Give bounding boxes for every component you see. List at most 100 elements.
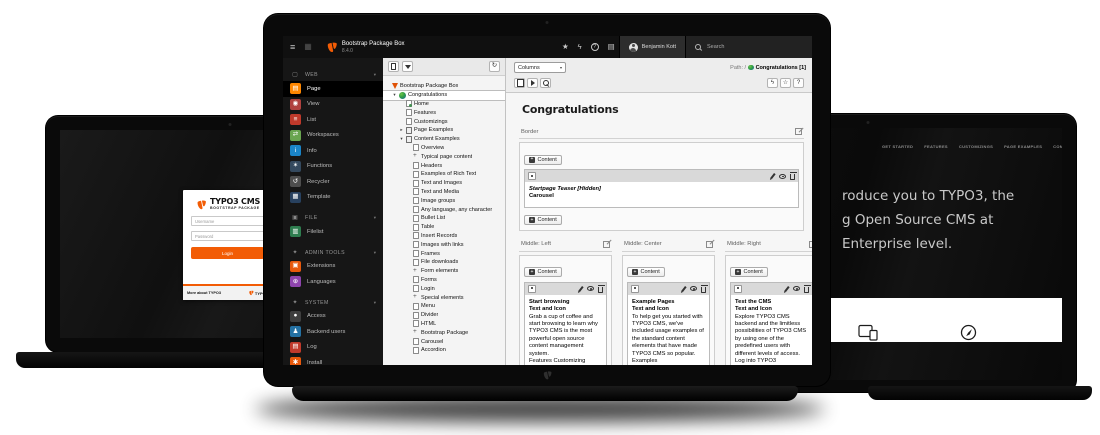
new-content-button[interactable]: Content xyxy=(524,215,562,225)
tree-node[interactable]: Text and Images xyxy=(383,179,505,188)
tree-node[interactable]: Images with links xyxy=(383,240,505,249)
help-button[interactable]: ? xyxy=(793,78,804,88)
search-bar[interactable]: Search xyxy=(686,36,812,58)
tree-expander-icon[interactable] xyxy=(392,93,397,97)
module-menu-row[interactable]: ▤ ▤ Log ▾ xyxy=(283,340,383,356)
new-page-button[interactable] xyxy=(388,61,399,72)
module-menu-row[interactable]: ≡ ≡ List ▾ xyxy=(283,112,383,128)
cache-button[interactable]: ϟ xyxy=(767,78,778,88)
help-icon[interactable]: ? xyxy=(591,43,599,51)
content-element[interactable]: Start browsing Text and Icon Grab a cup … xyxy=(524,282,607,365)
login-button[interactable]: Login xyxy=(191,247,264,259)
module-menu-row[interactable]: ◉ ◉ View ▾ xyxy=(283,97,383,113)
content-element[interactable]: Startpage Teaser [Hidden] Carousel xyxy=(524,169,799,208)
clipboard-button[interactable] xyxy=(514,78,525,88)
module-menu-row[interactable]: ✱ ✱ Install ▾ xyxy=(283,355,383,365)
nav-item[interactable]: CONTENT EXAMPLES xyxy=(1053,144,1062,149)
tree-node[interactable]: HTML xyxy=(383,320,505,329)
module-menu-row[interactable]: ✦ ✦ ADMIN TOOLS ▾ xyxy=(283,247,383,259)
edit-column-icon[interactable] xyxy=(795,128,802,135)
tree-node[interactable]: Congratulations xyxy=(383,91,505,100)
edit-icon[interactable] xyxy=(578,286,583,292)
tree-node[interactable]: Features xyxy=(383,108,505,117)
new-content-button[interactable]: Content xyxy=(627,267,665,277)
tree-node[interactable]: Any language, any character xyxy=(383,205,505,214)
nav-item[interactable]: PAGE EXAMPLES xyxy=(1004,144,1042,149)
module-menu-row[interactable]: ✦ ✦ SYSTEM ▾ xyxy=(283,297,383,309)
tree-node[interactable]: Forms xyxy=(383,276,505,285)
tree-node[interactable]: Home xyxy=(383,100,505,109)
module-menu-row[interactable]: ▢ ▢ WEB ▾ xyxy=(283,69,383,81)
apps-icon[interactable]: ▦ xyxy=(304,43,312,51)
new-content-button[interactable]: Content xyxy=(730,267,768,277)
edit-icon[interactable] xyxy=(681,286,686,292)
tree-node[interactable]: Form elements xyxy=(383,267,505,276)
nav-item[interactable]: CUSTOMIZINGS xyxy=(959,144,993,149)
module-menu-row[interactable]: ▣ ▣ FILE ▾ xyxy=(283,212,383,224)
edit-column-icon[interactable] xyxy=(809,241,812,248)
delete-icon[interactable] xyxy=(804,287,809,293)
opened-docs-icon[interactable]: ▤ xyxy=(608,43,615,51)
view-webpage-button[interactable] xyxy=(527,78,538,88)
nav-item[interactable]: FEATURES xyxy=(924,144,948,149)
module-menu-row[interactable]: ▥ ▥ Filelist ▾ xyxy=(283,224,383,240)
edit-icon[interactable] xyxy=(770,173,775,179)
tree-node[interactable]: Content Examples xyxy=(383,135,505,144)
columns-select[interactable]: Columns ▾ xyxy=(514,62,566,73)
element-links[interactable]: Features Customizing xyxy=(529,358,602,365)
tree-node[interactable]: Accordion xyxy=(383,346,505,355)
filter-button[interactable] xyxy=(402,61,413,72)
tree-node[interactable]: Frames xyxy=(383,249,505,258)
tree-node[interactable]: File downloads xyxy=(383,258,505,267)
tree-node[interactable]: Image groups xyxy=(383,196,505,205)
tree-node[interactable]: Divider xyxy=(383,311,505,320)
tree-node[interactable]: Page Examples xyxy=(383,126,505,135)
content-element[interactable]: Test the CMS Text and Icon Explore TYPO3… xyxy=(730,282,812,365)
tree-node[interactable]: Special elements xyxy=(383,293,505,302)
site-brand[interactable]: Bootstrap Package Box 8.4.0 xyxy=(325,41,405,54)
tree-node[interactable]: Overview xyxy=(383,144,505,153)
module-menu-row[interactable]: ↺ ↺ Recycler ▾ xyxy=(283,174,383,190)
tree-node[interactable]: Text and Media xyxy=(383,188,505,197)
tree-node[interactable]: Login xyxy=(383,284,505,293)
tree-expander-icon[interactable] xyxy=(399,128,404,132)
delete-icon[interactable] xyxy=(790,174,795,180)
username-field[interactable] xyxy=(191,216,264,226)
bookmark-button[interactable]: ☆ xyxy=(780,78,791,88)
new-content-button[interactable]: Content xyxy=(524,267,562,277)
tree-node[interactable]: Table xyxy=(383,223,505,232)
new-content-button[interactable]: Content xyxy=(524,155,562,165)
tree-node[interactable]: Bootstrap Package Box xyxy=(383,82,505,91)
nav-item[interactable]: GET STARTED xyxy=(882,144,913,149)
module-menu-row[interactable]: i i Info ▾ xyxy=(283,143,383,159)
visibility-icon[interactable] xyxy=(690,286,697,291)
edit-column-icon[interactable] xyxy=(706,241,713,248)
tree-node[interactable]: Menu xyxy=(383,302,505,311)
menu-toggle-icon[interactable]: ≡ xyxy=(290,43,295,52)
refresh-button[interactable]: ↻ xyxy=(489,61,500,72)
tree-expander-icon[interactable] xyxy=(399,137,404,141)
tree-node[interactable]: Insert Records xyxy=(383,232,505,241)
more-about-link[interactable]: More about TYPO3 xyxy=(187,291,221,295)
password-field[interactable] xyxy=(191,231,264,241)
element-links[interactable]: Log into TYPO3 xyxy=(735,358,808,365)
module-menu-row[interactable]: ♟ ♟ Backend users ▾ xyxy=(283,324,383,340)
edit-column-icon[interactable] xyxy=(603,241,610,248)
visibility-icon[interactable] xyxy=(587,286,594,291)
module-menu-row[interactable]: ▤ ▤ Page ▾ xyxy=(283,81,383,97)
tree-node[interactable]: Headers xyxy=(383,161,505,170)
bookmark-icon[interactable]: ★ xyxy=(562,43,569,51)
clear-cache-icon[interactable]: ϟ xyxy=(578,43,582,51)
visibility-icon[interactable] xyxy=(793,286,800,291)
edit-icon[interactable] xyxy=(784,286,789,292)
module-menu-row[interactable]: ● ● Access ▾ xyxy=(283,309,383,325)
tree-node[interactable]: Carousel xyxy=(383,337,505,346)
module-menu-row[interactable]: ▣ ▣ Extensions ▾ xyxy=(283,259,383,275)
module-menu-row[interactable]: ✶ ✶ Functions ▾ xyxy=(283,159,383,175)
delete-icon[interactable] xyxy=(598,287,603,293)
content-element[interactable]: Example Pages Text and Icon To help get … xyxy=(627,282,710,365)
module-menu-row[interactable]: ⇄ ⇄ Workspaces ▾ xyxy=(283,128,383,144)
tree-node[interactable]: Customizings xyxy=(383,117,505,126)
search-button[interactable] xyxy=(540,78,551,88)
tree-node[interactable]: Examples of Rich Text xyxy=(383,170,505,179)
